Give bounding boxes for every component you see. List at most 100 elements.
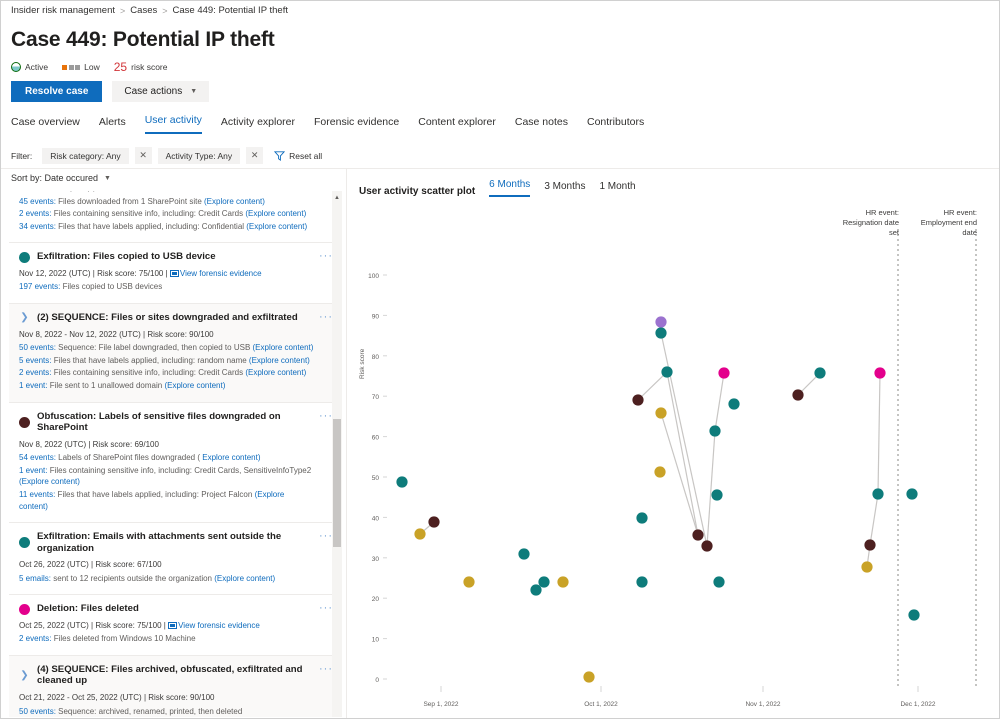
explore-content-link[interactable]: (Explore content) (19, 477, 80, 486)
breadcrumb-item-1[interactable]: Cases (130, 5, 157, 16)
y-axis-tick-label: 0 (375, 677, 379, 684)
explore-content-link[interactable]: (Explore content) (204, 197, 265, 206)
explore-content-link[interactable]: Explore content) (202, 453, 260, 462)
scatter-point[interactable]: Obfuscation: 36 (692, 529, 703, 540)
activity-meta: Nov 8, 2022 - Nov 12, 2022 (UTC) | Risk … (19, 329, 315, 341)
breadcrumb-item-0[interactable]: Insider risk management (11, 5, 115, 16)
activity-more-options-icon[interactable]: ··· (319, 411, 333, 422)
scatter-point[interactable]: Obfuscation: 39 (428, 516, 439, 527)
activity-title: Obfuscation: Labels of sensitive files d… (37, 411, 315, 434)
activity-more-options-icon[interactable]: ··· (319, 603, 333, 614)
chevron-right-icon[interactable]: ❯ (19, 670, 30, 681)
explore-content-link[interactable]: (Explore content) (253, 343, 314, 352)
explore-content-link[interactable]: (Explore content) (249, 356, 310, 365)
range-tab-1-month[interactable]: 1 Month (599, 181, 635, 197)
scatter-point[interactable]: Exfiltration: 22 (530, 584, 541, 595)
scatter-point[interactable]: Deletion: 76 (718, 367, 729, 378)
activity-detail-text: Files downloaded from 1 SharePoint site (56, 197, 204, 206)
risk-score-indicator: 25 risk score (114, 60, 168, 74)
scatter-point[interactable]: Exfiltration: 16 (908, 609, 919, 620)
scatter-point[interactable]: Exfiltration: 46 (872, 488, 883, 499)
activity-connector-line (707, 431, 715, 546)
activity-more-options-icon[interactable]: ··· (319, 251, 333, 262)
scatter-point[interactable]: Exfiltration: 24 (538, 576, 549, 587)
tab-alerts[interactable]: Alerts (99, 116, 126, 134)
activity-card[interactable]: Exfiltration: Emails with attachments se… (9, 523, 341, 595)
scatter-point[interactable]: Exfiltration: 23 (713, 576, 724, 587)
activity-card[interactable]: ❯ (2) SEQUENCE: Files or sites downgraded… (9, 304, 341, 402)
range-tab-3-months[interactable]: 3 Months (544, 181, 585, 197)
breadcrumb-item-2[interactable]: Case 449: Potential IP theft (173, 5, 288, 16)
explore-content-link[interactable]: (Explore content) (246, 222, 307, 231)
scatter-point[interactable]: Deletion: 76 (874, 367, 885, 378)
explore-content-link[interactable]: (Explore content) (164, 381, 225, 390)
activity-detail-line: 2 events: Files deleted from Windows 10 … (19, 633, 315, 645)
activity-more-options-icon[interactable]: ··· (319, 664, 333, 675)
scatter-point[interactable]: Exfiltration: 31 (518, 548, 529, 559)
scatter-point[interactable]: Exfiltration: 49 (396, 476, 407, 487)
scatter-point[interactable]: Obfuscation: 70 (792, 389, 803, 400)
activity-detail-line: 45 events: Files downloaded from 1 Share… (19, 196, 315, 208)
explore-content-link[interactable]: (Explore content) (245, 209, 306, 218)
view-forensic-evidence-link[interactable]: View forensic evidence (180, 269, 262, 278)
explore-content-link[interactable]: (Explore content) (214, 574, 275, 583)
scatter-point[interactable]: Obfuscation: 34 (701, 540, 712, 551)
reset-all-filters-button[interactable]: Reset all (274, 150, 322, 161)
tab-content-explorer[interactable]: Content explorer (418, 116, 496, 134)
scrollbar-thumb[interactable] (333, 419, 341, 547)
scatter-point[interactable]: Download / Priority content: 24 (557, 576, 568, 587)
explore-content-link[interactable]: (Explore content) (245, 368, 306, 377)
severity-bars-icon (62, 65, 80, 70)
scatter-point[interactable]: Obfuscation: 69 (632, 394, 643, 405)
activity-detail-text: Files copied to USB devices (60, 282, 162, 291)
scatter-point[interactable]: Exfiltration: 68 (728, 398, 739, 409)
range-tab-6-months[interactable]: 6 Months (489, 179, 530, 197)
case-actions-button[interactable]: Case actions ▼ (112, 81, 209, 102)
activity-list-panel[interactable]: Nov 21, 2022 (UTC) | Risk score: 27/1004… (9, 191, 341, 717)
resolve-case-button[interactable]: Resolve case (11, 81, 102, 102)
scatter-point[interactable]: Exfiltration: 46 (711, 489, 722, 500)
activity-more-options-icon[interactable]: ··· (319, 312, 333, 323)
scatter-point[interactable]: Download / Priority content: 51 (654, 466, 665, 477)
scroll-up-icon[interactable]: ▲ (332, 193, 342, 203)
activity-card[interactable]: Nov 21, 2022 (UTC) | Risk score: 27/1004… (9, 191, 341, 243)
sort-by-dropdown[interactable]: Sort by: Date occured ▼ (11, 173, 111, 183)
scatter-point[interactable]: Download / Priority content: 28 (861, 561, 872, 572)
scatter-point[interactable]: Download / Priority content: 1 (583, 671, 594, 682)
activity-meta: Nov 8, 2022 (UTC) | Risk score: 69/100 (19, 439, 315, 451)
scatter-point[interactable]: Exfiltration: 46 (906, 488, 917, 499)
scatter-point[interactable]: Exfiltration: 24 (636, 576, 647, 587)
tab-activity-explorer[interactable]: Activity explorer (221, 116, 295, 134)
scatter-point[interactable]: Exfiltration: 86 (655, 327, 666, 338)
filter-chip-activity-type[interactable]: Activity Type: Any (158, 148, 240, 164)
scatter-point[interactable]: Exfiltration: 76 (661, 366, 672, 377)
filter-chip-risk-category[interactable]: Risk category: Any (42, 148, 128, 164)
tab-forensic-evidence[interactable]: Forensic evidence (314, 116, 399, 134)
activity-card[interactable]: ❯(4) SEQUENCE: Files archived, obfuscate… (9, 656, 341, 717)
tab-contributors[interactable]: Contributors (587, 116, 644, 134)
remove-activity-type-filter-icon[interactable]: ✕ (246, 147, 263, 164)
scatter-point[interactable]: Exfiltration: 61 (709, 425, 720, 436)
scatter-point[interactable]: Obfuscation: 34 (864, 539, 875, 550)
remove-risk-category-filter-icon[interactable]: ✕ (135, 147, 152, 164)
scatter-point[interactable]: Exfiltration: 40 (636, 512, 647, 523)
activity-detail-text: Files containing sensitive info, includi… (47, 466, 311, 475)
x-axis-tick-label: Sep 1, 2022 (423, 701, 458, 708)
scatter-point[interactable]: Download / Priority content: 66 (655, 407, 666, 418)
activity-card[interactable]: Obfuscation: Labels of sensitive files d… (9, 403, 341, 524)
activity-detail-line: 50 events: Sequence: File label downgrad… (19, 342, 315, 354)
activity-card[interactable]: Exfiltration: Files copied to USB device… (9, 243, 341, 304)
scatter-point[interactable]: Sequence peak: 88 (655, 316, 666, 327)
scatter-point[interactable]: Download / Priority content: 24 (463, 576, 474, 587)
view-forensic-evidence-link[interactable]: View forensic evidence (178, 621, 260, 630)
scatter-point[interactable]: Exfiltration: 76 (814, 367, 825, 378)
tab-case-overview[interactable]: Case overview (11, 116, 80, 134)
x-axis-tick-label: Dec 1, 2022 (900, 701, 935, 708)
activity-more-options-icon[interactable]: ··· (319, 531, 333, 542)
activity-card[interactable]: Deletion: Files deleted···Oct 25, 2022 (… (9, 595, 341, 656)
activity-title: (2) SEQUENCE: Files or sites downgraded … (37, 312, 298, 324)
tab-user-activity[interactable]: User activity (145, 114, 202, 134)
chevron-right-icon[interactable]: ❯ (19, 312, 30, 323)
tab-case-notes[interactable]: Case notes (515, 116, 568, 134)
scatter-point[interactable]: Download / Priority content: 36 (414, 528, 425, 539)
